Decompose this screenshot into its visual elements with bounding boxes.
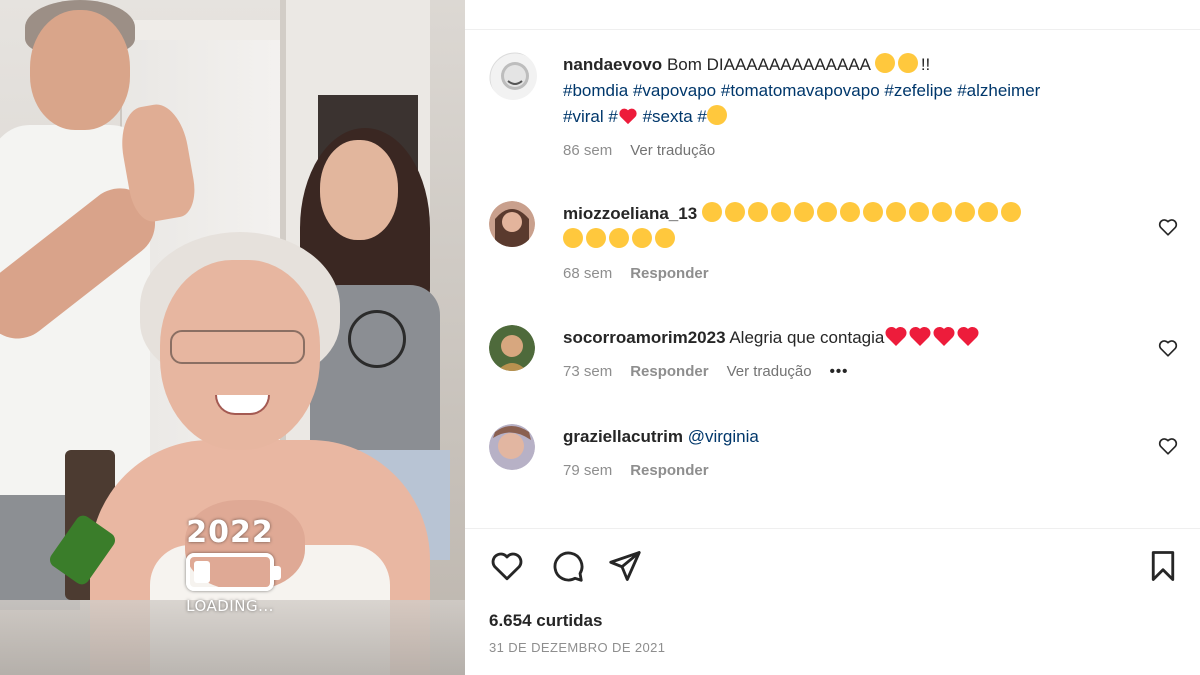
smiling-hearts-emoji-icon (908, 202, 929, 222)
comment-username[interactable]: graziellacutrim (563, 427, 683, 446)
mention-link[interactable]: @virginia (688, 427, 759, 446)
caption-text-end: !! (920, 55, 931, 74)
heart-eyes-emoji-icon (747, 202, 768, 222)
smiling-hearts-emoji-icon (931, 202, 952, 222)
caption-time[interactable]: 86 sem (563, 138, 612, 164)
caption-username[interactable]: nandaevovo (563, 55, 662, 74)
post-date[interactable]: 31 DE DEZEMBRO DE 2021 (489, 640, 665, 655)
heart-outline-icon[interactable] (1157, 435, 1179, 457)
sticker-year: 2022 (186, 515, 274, 550)
hugging-emoji-icon (632, 228, 652, 248)
reply-button[interactable]: Responder (630, 359, 708, 385)
media-person-left-face (30, 10, 130, 130)
sticker-loading-text: LOADING... (186, 597, 274, 615)
caption-body: nandaevovo Bom DIAAAAAAAAAAAAA !! #bomdi… (563, 52, 1153, 164)
hashtag-link[interactable]: #bomdia (563, 81, 628, 100)
reply-button[interactable]: Responder (630, 261, 708, 287)
comment-time[interactable]: 73 sem (563, 359, 612, 385)
red-hearts (884, 326, 980, 347)
translate-link[interactable]: Ver tradução (727, 359, 812, 385)
hugging-emoji-icon (655, 228, 675, 248)
heart-eyes-emoji-icon (701, 202, 722, 222)
comment-username[interactable]: miozzoeliana_13 (563, 204, 697, 223)
emoji-row (701, 202, 1024, 223)
paper-plane-icon[interactable] (607, 548, 643, 584)
comment-meta: 68 sem Responder (563, 261, 1153, 287)
smiling-hearts-emoji-icon (897, 53, 918, 73)
post-action-bar (489, 548, 1179, 588)
smiling-hearts-emoji-icon (862, 202, 883, 222)
comment-time[interactable]: 68 sem (563, 261, 612, 287)
emoji-row (563, 227, 1153, 253)
comment-time[interactable]: 79 sem (563, 458, 612, 484)
year-loading-sticker: 2022 LOADING... (180, 515, 281, 615)
avatar[interactable] (489, 201, 535, 247)
hugging-emoji-icon (609, 228, 629, 248)
reply-button[interactable]: Responder (630, 458, 708, 484)
red-heart-icon (618, 107, 638, 126)
comment-body: socorroamorim2023 Alegria que contagia 7… (563, 325, 1153, 385)
comment-meta: 73 sem Responder Ver tradução ••• (563, 359, 1153, 385)
smiling-hearts-emoji-icon (977, 202, 998, 222)
hashtag-link[interactable]: #tomatomavapovapo (721, 81, 880, 100)
smiling-hearts-emoji-icon (954, 202, 975, 222)
hugging-emoji-icon (1000, 202, 1021, 222)
heart-eyes-emoji-icon (724, 202, 745, 222)
more-options-button[interactable]: ••• (830, 359, 849, 385)
battery-icon (186, 553, 281, 591)
hashtag-link[interactable]: #zefelipe (884, 81, 952, 100)
hashtag-link[interactable]: #viral (563, 107, 604, 126)
comment-text: Alegria que contagia (729, 328, 885, 347)
hashtag-link[interactable]: #alzheimer (957, 81, 1040, 100)
comments-panel: nandaevovo Bom DIAAAAAAAAAAAAA !! #bomdi… (465, 0, 1200, 675)
hugging-emoji-icon (563, 228, 583, 248)
heart-outline-icon[interactable] (1157, 337, 1179, 359)
actions-divider (465, 528, 1200, 529)
translate-link[interactable]: Ver tradução (630, 138, 715, 164)
caption-text: Bom DIAAAAAAAAAAAAA (666, 55, 871, 74)
avatar[interactable] (489, 52, 537, 100)
media-dreamcatcher-print (348, 310, 406, 368)
hashtag-link[interactable]: #sexta (643, 107, 693, 126)
smiling-hearts-emoji-icon (874, 53, 895, 73)
smiling-hearts-emoji-icon (885, 202, 906, 222)
laughing-emoji-icon (706, 105, 727, 125)
smiling-hearts-emoji-icon (816, 202, 837, 222)
likes-count[interactable]: 6.654 curtidas (489, 611, 602, 631)
comment-username[interactable]: socorroamorim2023 (563, 328, 726, 347)
smiling-hearts-emoji-icon (793, 202, 814, 222)
red-heart-icon (885, 326, 907, 346)
comment-meta: 79 sem Responder (563, 458, 1153, 484)
caption-meta: 86 sem Ver tradução (563, 138, 1153, 164)
smiling-hearts-emoji-icon (839, 202, 860, 222)
red-heart-icon (933, 326, 955, 346)
heart-eyes-emoji-icon (770, 202, 791, 222)
post-media[interactable]: 2022 LOADING... (0, 0, 465, 675)
heart-outline-icon[interactable] (1157, 216, 1179, 238)
media-person-right-face (320, 140, 398, 240)
bookmark-icon[interactable] (1145, 548, 1181, 584)
hashtag-link[interactable]: # (697, 107, 706, 126)
panel-header-cut (465, 0, 1200, 30)
battery-fill (194, 561, 210, 583)
hashtag-link[interactable]: # (608, 107, 617, 126)
hashtag-link[interactable]: #vapovapo (633, 81, 716, 100)
media-glasses (170, 330, 305, 364)
comment-bubble-icon[interactable] (549, 548, 585, 584)
hugging-emoji-icon (586, 228, 606, 248)
avatar[interactable] (489, 325, 535, 371)
red-heart-icon (909, 326, 931, 346)
comment-body: graziellacutrim @virginia 79 sem Respond… (563, 424, 1153, 484)
comment-body: miozzoeliana_13 68 sem Responder (563, 201, 1153, 287)
heart-outline-icon[interactable] (489, 548, 525, 584)
red-heart-icon (957, 326, 979, 346)
avatar[interactable] (489, 424, 535, 470)
